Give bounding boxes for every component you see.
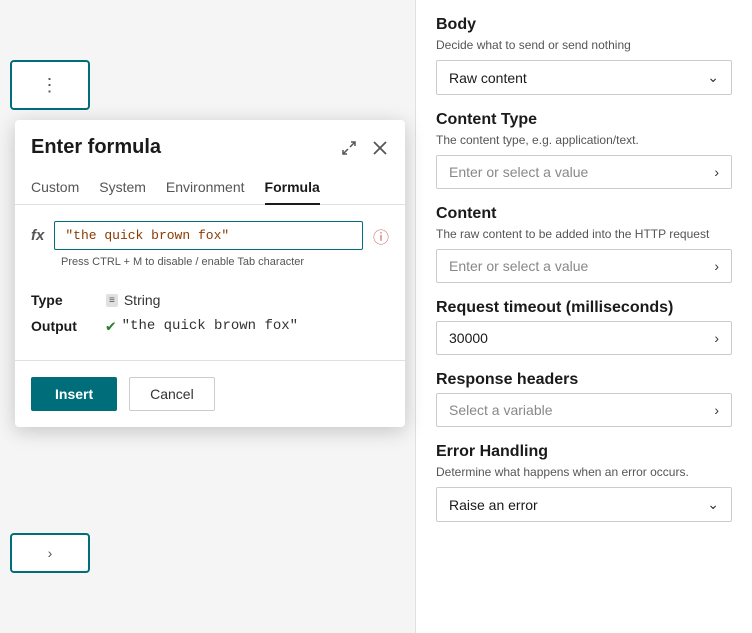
body-dropdown-chevron-icon: ⌄ [707, 69, 719, 86]
error-handling-chevron-icon: ⌄ [707, 496, 719, 513]
content-type-label: Content Type [436, 111, 732, 129]
left-panel: ⋮ › Enter formula [0, 0, 415, 633]
dialog-footer: Insert Cancel [15, 360, 405, 427]
check-icon: ✔ [106, 316, 116, 336]
body-label: Body [436, 16, 732, 34]
insert-button[interactable]: Insert [31, 377, 117, 411]
content-type-section: Content Type The content type, e.g. appl… [436, 111, 732, 189]
content-desc: The raw content to be added into the HTT… [436, 227, 732, 241]
type-row: Type ≡ String [31, 292, 389, 308]
content-field[interactable]: Enter or select a value › [436, 249, 732, 283]
response-headers-chevron-icon: › [714, 402, 719, 418]
info-icon: ⓘ [373, 224, 389, 248]
error-handling-section: Error Handling Determine what happens wh… [436, 443, 732, 522]
flow-node-dots: ⋮ [41, 75, 60, 96]
right-panel: Body Decide what to send or send nothing… [415, 0, 752, 633]
timeout-section: Request timeout (milliseconds) 30000 › [436, 299, 732, 355]
error-handling-label: Error Handling [436, 443, 732, 461]
formula-input-row: fx ⓘ [31, 221, 389, 250]
content-type-desc: The content type, e.g. application/text. [436, 133, 732, 147]
type-value: ≡ String [106, 292, 160, 308]
string-type-icon: ≡ [106, 294, 118, 307]
content-chevron-icon: › [714, 258, 719, 274]
fx-label: fx [31, 227, 44, 244]
timeout-chevron-icon: › [714, 330, 719, 346]
response-headers-label: Response headers [436, 371, 732, 389]
response-headers-section: Response headers Select a variable › [436, 371, 732, 427]
expand-button[interactable] [339, 138, 359, 158]
type-label: Type [31, 292, 86, 308]
content-label: Content [436, 205, 732, 223]
tab-custom[interactable]: Custom [31, 171, 79, 205]
tab-system[interactable]: System [99, 171, 146, 205]
dialog-header: Enter formula [15, 120, 405, 159]
content-type-chevron-icon: › [714, 164, 719, 180]
tab-environment[interactable]: Environment [166, 171, 245, 205]
output-label: Output [31, 318, 86, 334]
tab-formula[interactable]: Formula [265, 171, 320, 205]
body-dropdown[interactable]: Raw content ⌄ [436, 60, 732, 95]
response-headers-field[interactable]: Select a variable › [436, 393, 732, 427]
output-value-text: "the quick brown fox" [122, 318, 298, 334]
formula-hint: Press CTRL + M to disable / enable Tab c… [31, 256, 389, 268]
error-handling-desc: Determine what happens when an error occ… [436, 465, 732, 479]
content-type-placeholder: Enter or select a value [449, 164, 588, 180]
dialog-header-icons [339, 138, 389, 158]
dialog-title: Enter formula [31, 136, 161, 159]
content-type-field[interactable]: Enter or select a value › [436, 155, 732, 189]
output-value: ✔ "the quick brown fox" [106, 316, 298, 336]
formula-input[interactable] [54, 221, 363, 250]
dialog-tabs: Custom System Environment Formula [15, 159, 405, 205]
timeout-label: Request timeout (milliseconds) [436, 299, 732, 317]
chevron-right-icon: › [48, 545, 53, 561]
output-row: Output ✔ "the quick brown fox" [31, 316, 389, 336]
body-dropdown-value: Raw content [449, 70, 527, 86]
flow-node-top: ⋮ [10, 60, 90, 110]
type-output-area: Type ≡ String Output ✔ "the quick brown … [15, 284, 405, 360]
formula-area: fx ⓘ Press CTRL + M to disable / enable … [15, 205, 405, 284]
body-section: Body Decide what to send or send nothing… [436, 16, 732, 95]
enter-formula-dialog: Enter formula [15, 120, 405, 427]
flow-node-bottom[interactable]: › [10, 533, 90, 573]
body-desc: Decide what to send or send nothing [436, 38, 732, 52]
response-headers-placeholder: Select a variable [449, 402, 553, 418]
content-placeholder: Enter or select a value [449, 258, 588, 274]
close-button[interactable] [371, 139, 389, 157]
cancel-button[interactable]: Cancel [129, 377, 215, 411]
error-handling-value: Raise an error [449, 497, 538, 513]
content-section: Content The raw content to be added into… [436, 205, 732, 283]
type-value-text: String [124, 292, 161, 308]
timeout-field[interactable]: 30000 › [436, 321, 732, 355]
timeout-value: 30000 [449, 330, 488, 346]
error-handling-dropdown[interactable]: Raise an error ⌄ [436, 487, 732, 522]
